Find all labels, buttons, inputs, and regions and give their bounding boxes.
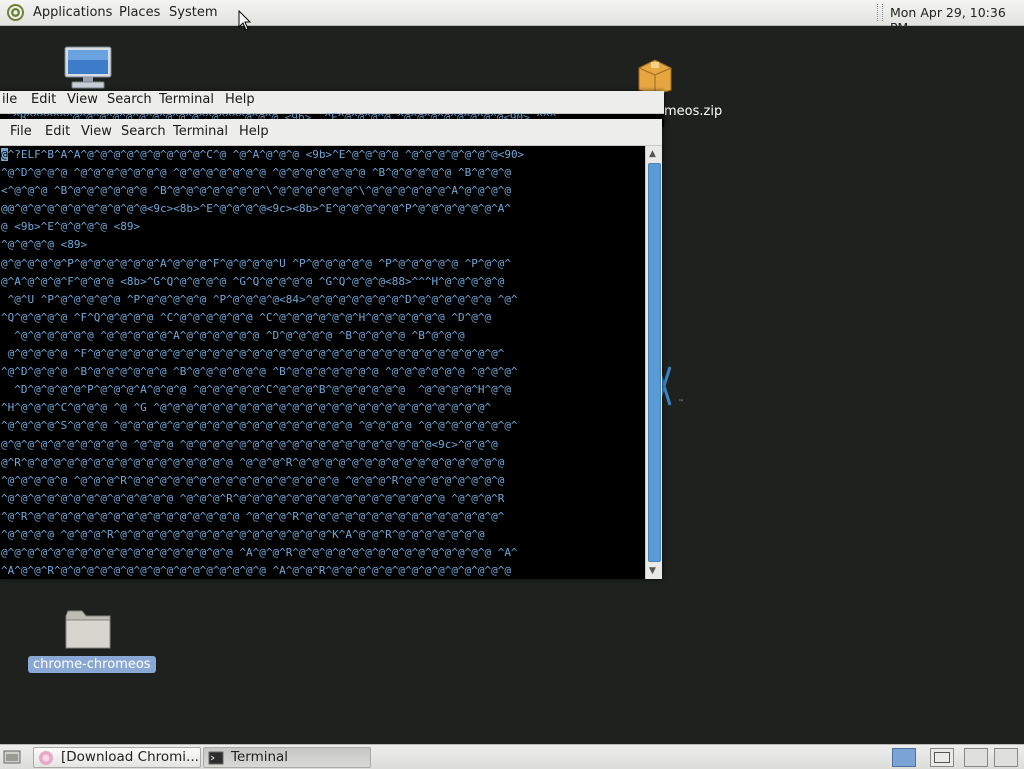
terminal-line: ^@^@^@^@^S^@^@^@ ^@^@^@^@^@^@^@^@^@^@^@^… (1, 419, 518, 433)
workspace-3[interactable] (964, 748, 988, 767)
menu-edit-back[interactable]: Edit (31, 92, 56, 107)
terminal-line: ^@^D^@^@^@ ^@^@^@^@^@^@^@ ^@^@^@^@^@^@^@… (1, 166, 511, 180)
terminal-line: @^@^@^@^@^P^@^@^@^@^@^@^A^@^@^@^F^@^@^@^… (1, 256, 511, 270)
terminal-line: ^@^@^@^@ <89> (1, 238, 88, 252)
terminal-line: ^@^@^@^@ ^@^@^@^R^@^@^@^@^@^@^@^@^@^@^@^… (1, 527, 485, 541)
menu-edit[interactable]: Edit (45, 124, 70, 139)
terminal-line: @^@^@^@^@^@^@^@^@^@^@^@^@^@^@^@^@^@ ^A^@… (1, 546, 518, 560)
terminal-line: @^@^@^@^@^@^@^@^@^@ ^@^@^@ ^@^@^@^@^@^@^… (1, 437, 498, 451)
svg-text:™: ™ (678, 399, 684, 406)
terminal-line: ^Q^@^@^@^@ ^F^Q^@^@^@^@ ^C^@^@^@^@^@^@ ^… (1, 310, 492, 324)
taskbar-item-label: [Download Chromi... (61, 749, 199, 765)
terminal-scrollbar[interactable]: ▲ ▼ (645, 146, 662, 579)
terminal-output[interactable]: @^?ELF^B^A^A^@^@^@^@^@^@^@^@^@^C^@ ^@^A^… (0, 146, 646, 579)
text-cursor: @ (1, 148, 8, 161)
menu-search-back[interactable]: Search (107, 92, 152, 107)
menu-applications[interactable]: Applications (33, 5, 112, 20)
clock[interactable]: Mon Apr 29, 10:36 PM (890, 5, 1024, 35)
terminal-window-front[interactable]: File Edit View Search Terminal Help @^?E… (0, 119, 662, 579)
terminal-menubar-back: ile Edit View Search Terminal Help (0, 91, 664, 114)
terminal-line: ^@^@^@^@^@^@^@^@^@^@^@^@^@ ^@^@^@^R^@^@^… (1, 491, 505, 505)
terminal-line: ^@^D^@^@^@ ^B^@^@^@^@^@^@ ^B^@^@^@^@^@^@… (1, 365, 518, 379)
terminal-line: @^R^@^@^@^@^@^@^@^@^@^@^@^@^@^@^@^@ ^@^@… (1, 455, 505, 469)
computer-icon[interactable] (62, 46, 114, 94)
terminal-line: @^@^@^@^@ ^F^@^@^@^@^@^@^@^@^@^@^@^@^@^@… (1, 347, 505, 361)
show-desktop-icon[interactable] (3, 749, 21, 765)
mouse-pointer-icon (238, 10, 252, 31)
menu-terminal[interactable]: Terminal (173, 124, 228, 139)
terminal-line: ^@^R^@^@^@^@^@^@^@^@^@^@^@^@^@^@^@^@ ^@^… (1, 509, 505, 523)
browser-icon (39, 751, 53, 765)
panel-separator (877, 4, 883, 21)
terminal-line: @ <9b>^E^@^@^@^@ <89> (1, 220, 141, 234)
terminal-menubar: File Edit View Search Terminal Help (0, 119, 662, 146)
terminal-line: <^@^@^@ ^B^@^@^@^@^@^@ ^B^@^@^@^@^@^@^@^… (1, 184, 511, 198)
distro-logo-icon[interactable] (6, 3, 25, 22)
menu-help-back[interactable]: Help (225, 92, 255, 107)
zip-icon[interactable] (636, 56, 674, 96)
workspace-4[interactable] (994, 748, 1018, 767)
terminal-line: ^A^@^@^R^@^@^@^@^@^@^@^@^@^@^@^@^@^@^@^@… (1, 564, 511, 578)
menu-view[interactable]: View (81, 124, 112, 139)
bottom-panel: [Download Chromi... Terminal (0, 744, 1024, 769)
scroll-up-icon[interactable]: ▲ (649, 149, 656, 159)
menu-file[interactable]: File (10, 124, 32, 139)
menu-help[interactable]: Help (239, 124, 269, 139)
workspace-2[interactable] (930, 748, 954, 767)
terminal-line: ^H^@^@^@^C^@^@^@ ^@ ^G ^@^@^@^@^@^@^@^@^… (1, 401, 492, 415)
scroll-down-icon[interactable]: ▼ (649, 566, 656, 576)
zip-file-label[interactable]: meos.zip (664, 104, 722, 119)
terminal-line: @@^@^@^@^@^@^@^@^@^@^@<9c><8b>^E^@^@^@^@… (1, 202, 511, 216)
menu-search[interactable]: Search (121, 124, 166, 139)
menu-file-back[interactable]: ile (2, 92, 17, 107)
scroll-thumb[interactable] (648, 163, 661, 562)
folder-icon[interactable] (64, 608, 112, 652)
workspace-1[interactable] (892, 748, 916, 767)
taskbar-item-browser[interactable]: [Download Chromi... (33, 747, 201, 768)
terminal-line: @^A^@^@^@^F^@^@^@ <8b>^G^Q^@^@^@^@ ^G^Q^… (1, 274, 505, 288)
terminal-line: @^?ELF^B^A^A^@^@^@^@^@^@^@^@^@^C^@ ^@^A^… (1, 148, 525, 161)
menu-places[interactable]: Places (119, 5, 160, 20)
folder-label[interactable]: chrome-chromeos (28, 656, 156, 673)
taskbar-item-terminal[interactable]: Terminal (203, 747, 371, 768)
menu-system[interactable]: System (169, 5, 217, 20)
terminal-line: ^@^U ^P^@^@^@^@^@ ^P^@^@^@^@^@ ^P^@^@^@^… (1, 292, 518, 306)
terminal-icon (208, 751, 224, 765)
terminal-line: ^@^@^@^@^@^@ ^@^@^@^@^@^A^@^@^@^@^@^@ ^D… (1, 328, 465, 342)
menu-view-back[interactable]: View (67, 92, 98, 107)
menu-terminal-back[interactable]: Terminal (159, 92, 214, 107)
terminal-line: ^@^@^@^@^@ ^@^@^@^R^@^@^@^@^@^@^@^@^@^@^… (1, 473, 505, 487)
terminal-line: ^D^@^@^@^@^P^@^@^@^A^@^@^@ ^@^@^@^@^@^C^… (1, 383, 511, 397)
taskbar-item-label: Terminal (231, 749, 289, 765)
top-panel: Applications Places System Mon Apr 29, 1… (0, 0, 1024, 35)
